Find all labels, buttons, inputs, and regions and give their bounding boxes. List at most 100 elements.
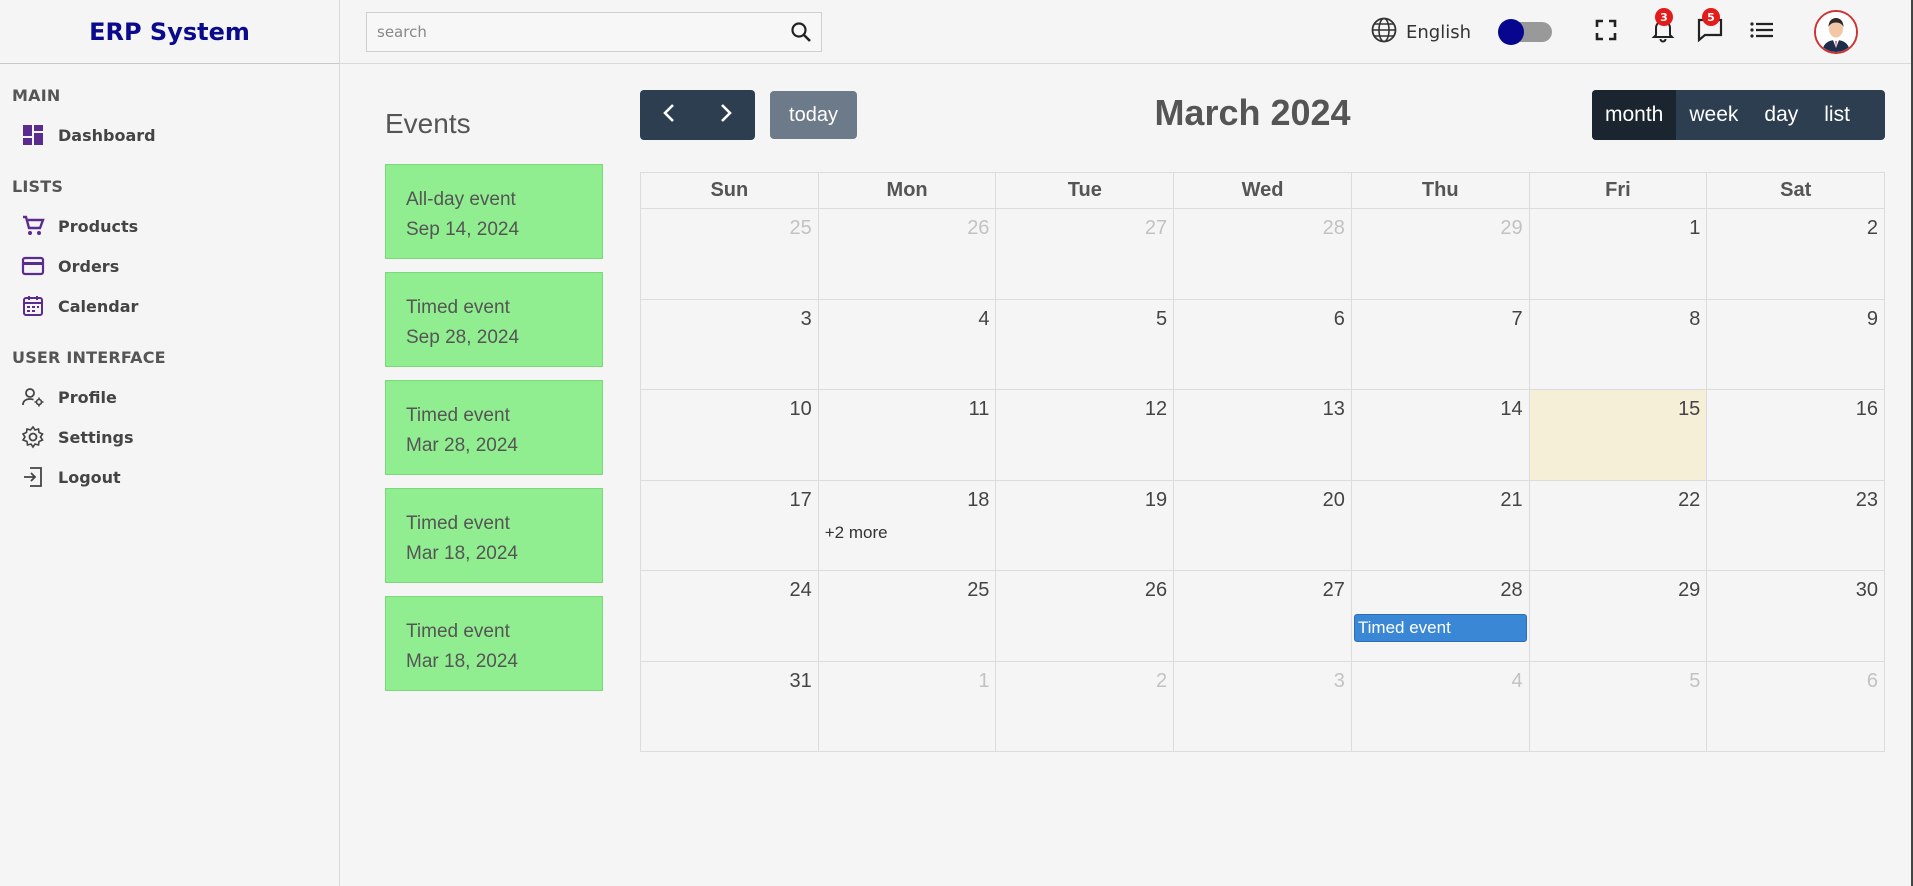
day-cell[interactable]: 18 +2 more xyxy=(819,480,997,570)
app-logo-title[interactable]: ERP System xyxy=(89,18,250,46)
day-cell[interactable]: 29 xyxy=(1530,571,1708,661)
messages-button[interactable]: 5 xyxy=(1694,8,1726,48)
day-cell[interactable]: 6 xyxy=(1707,662,1884,753)
sidebar-item-profile[interactable]: Profile xyxy=(12,377,339,417)
day-cell[interactable]: 3 xyxy=(641,299,819,389)
day-cell[interactable]: 12 xyxy=(996,390,1175,480)
today-button[interactable]: today xyxy=(770,91,857,139)
language-selector[interactable]: English xyxy=(1370,0,1471,64)
day-cell[interactable]: 28 Timed event xyxy=(1352,571,1530,661)
sidebar-section-title: MAIN xyxy=(12,86,61,105)
week-row: 3 4 5 6 7 8 9 xyxy=(641,299,1884,390)
view-week-button[interactable]: week xyxy=(1676,90,1751,140)
day-number: 5 xyxy=(1156,307,1168,330)
view-switcher: month week day list xyxy=(1592,90,1885,140)
day-cell[interactable]: 11 xyxy=(819,390,997,480)
day-cell[interactable]: 2 xyxy=(996,661,1175,752)
day-number: 3 xyxy=(800,307,812,330)
day-number: 18 xyxy=(967,488,990,511)
day-cell[interactable]: 26 xyxy=(996,571,1175,661)
day-cell[interactable]: 10 xyxy=(641,390,819,480)
day-number: 24 xyxy=(789,579,812,601)
day-number: 29 xyxy=(1678,579,1701,601)
fullscreen-button[interactable] xyxy=(1590,16,1622,48)
day-cell[interactable]: 24 xyxy=(641,571,819,661)
calendar-month-grid: Sun Mon Tue Wed Thu Fri Sat 25 26 27 28 29 1 2… xyxy=(640,172,1885,752)
sidebar-item-settings[interactable]: Settings xyxy=(12,417,339,457)
event-card[interactable]: Timed event Sep 28, 2024 xyxy=(385,272,603,367)
dark-mode-toggle[interactable] xyxy=(1498,19,1552,45)
day-cell[interactable]: 2 xyxy=(1707,209,1884,299)
day-number: 12 xyxy=(1144,398,1168,420)
day-cell[interactable]: 5 xyxy=(996,299,1175,389)
day-cell[interactable]: 7 xyxy=(1352,299,1530,389)
sidebar-section-lists: LISTS Products Orders Calendar xyxy=(12,177,339,326)
prev-month-button[interactable] xyxy=(640,90,698,140)
sidebar-item-logout[interactable]: Logout xyxy=(12,457,339,497)
day-cell[interactable]: 16 xyxy=(1707,390,1884,480)
day-cell[interactable]: 23 xyxy=(1707,481,1884,571)
day-cell[interactable]: 28 xyxy=(1174,209,1352,299)
day-cell[interactable]: 9 xyxy=(1707,300,1884,390)
sidebar-item-orders[interactable]: Orders xyxy=(12,246,339,286)
event-card-title: Timed event xyxy=(406,513,510,534)
sidebar-header: ERP System xyxy=(0,0,339,64)
sidebar-item-dashboard[interactable]: Dashboard xyxy=(12,115,339,155)
day-cell-today[interactable]: 15 xyxy=(1529,390,1708,480)
day-number: 2 xyxy=(1866,217,1879,239)
next-month-button[interactable] xyxy=(698,90,756,140)
event-card[interactable]: Timed event Mar 28, 2024 xyxy=(385,380,603,475)
day-cell[interactable]: 20 xyxy=(1174,480,1352,570)
day-cell[interactable]: 1 xyxy=(1530,209,1708,299)
view-list-button[interactable]: list xyxy=(1811,90,1863,140)
day-number: 8 xyxy=(1689,307,1701,330)
day-cell[interactable]: 27 xyxy=(1174,571,1352,661)
view-month-button[interactable]: month xyxy=(1592,90,1677,140)
day-number: 25 xyxy=(789,217,812,239)
view-day-button[interactable]: day xyxy=(1751,90,1811,140)
event-card[interactable]: Timed event Mar 18, 2024 xyxy=(385,596,603,691)
week-row: 10 11 12 13 14 15 16 xyxy=(641,390,1884,481)
event-card-title: All-day event xyxy=(406,189,516,210)
day-number: 14 xyxy=(1500,398,1523,420)
day-cell[interactable]: 21 xyxy=(1352,480,1530,570)
day-cell[interactable]: 19 xyxy=(996,480,1175,570)
more-events-link[interactable]: +2 more xyxy=(825,523,888,543)
day-cell[interactable]: 22 xyxy=(1530,480,1708,570)
calendar-event-chip[interactable]: Timed event xyxy=(1353,614,1527,642)
day-cell[interactable]: 14 xyxy=(1352,390,1530,480)
day-cell[interactable]: 1 xyxy=(819,661,997,752)
day-cell[interactable]: 29 xyxy=(1352,209,1530,299)
menu-list-button[interactable] xyxy=(1746,16,1778,48)
day-cell[interactable]: 4 xyxy=(819,299,997,389)
day-number: 7 xyxy=(1511,307,1523,330)
sidebar-item-products[interactable]: Products xyxy=(12,206,339,246)
day-cell[interactable]: 4 xyxy=(1352,661,1530,752)
day-cell[interactable]: 17 xyxy=(641,480,819,570)
day-number: 6 xyxy=(1866,669,1879,692)
day-cell[interactable]: 8 xyxy=(1530,299,1708,389)
day-cell[interactable]: 25 xyxy=(641,209,819,299)
sidebar-section-title: USER INTERFACE xyxy=(12,348,166,367)
sidebar-item-label: Profile xyxy=(58,387,117,407)
day-cell[interactable]: 30 xyxy=(1707,571,1884,661)
avatar[interactable] xyxy=(1814,10,1858,54)
event-card[interactable]: Timed event Mar 18, 2024 xyxy=(385,488,603,583)
sidebar-section-title: LISTS xyxy=(12,177,64,196)
search-icon[interactable] xyxy=(781,21,821,43)
day-cell[interactable]: 5 xyxy=(1530,661,1708,752)
day-cell[interactable]: 3 xyxy=(1174,661,1352,752)
sidebar-item-calendar[interactable]: Calendar xyxy=(12,286,339,326)
day-cell[interactable]: 6 xyxy=(1174,299,1352,389)
day-number: 4 xyxy=(978,307,990,330)
day-cell[interactable]: 27 xyxy=(996,209,1175,299)
notifications-button[interactable]: 3 xyxy=(1647,8,1679,48)
day-number: 22 xyxy=(1678,488,1701,511)
day-cell[interactable]: 13 xyxy=(1174,390,1352,480)
day-number: 23 xyxy=(1855,488,1879,511)
day-cell[interactable]: 25 xyxy=(819,571,997,661)
event-card[interactable]: All-day event Sep 14, 2024 xyxy=(385,164,603,259)
day-cell[interactable]: 26 xyxy=(819,209,997,299)
search-input[interactable] xyxy=(367,13,781,51)
day-cell[interactable]: 31 xyxy=(641,661,819,752)
